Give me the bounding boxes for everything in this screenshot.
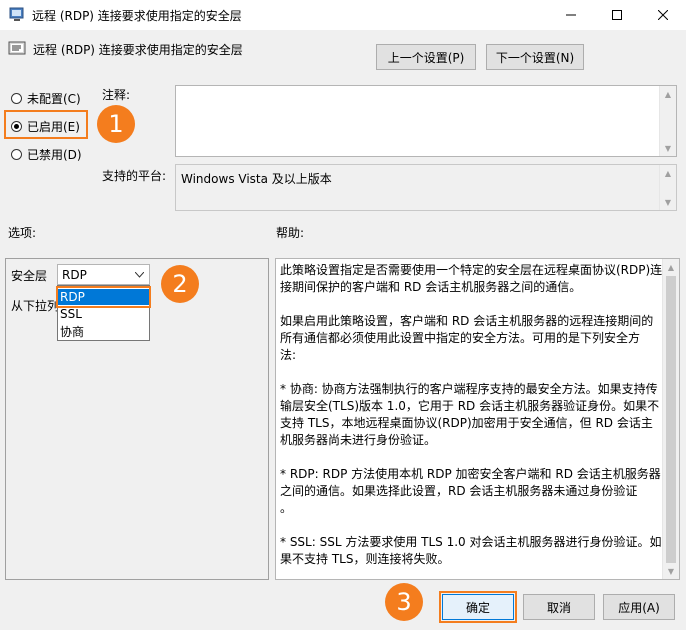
scroll-up-icon[interactable]: ▲ [660, 86, 676, 102]
help-line: 所有通信都必须使用此设置中指定的安全方法。可用的是下列安全方 [280, 331, 641, 345]
help-line: 接期间保护的客户端和 RD 会话主机服务器之间的通信。 [280, 280, 582, 294]
help-line: 如果启用此策略设置，客户端和 RD 会话主机服务器的远程连接期间的 [280, 314, 654, 328]
annotation-badge-3: 3 [385, 583, 423, 621]
minimize-button[interactable] [548, 0, 594, 30]
radio-enabled-dot [11, 121, 22, 132]
apply-button[interactable]: 应用(A) [603, 594, 675, 620]
help-text: 此策略设置指定是否需要使用一个特定的安全层在远程桌面协议(RDP)连 接期间保护的… [280, 262, 662, 568]
scroll-down-icon[interactable]: ▼ [660, 140, 676, 156]
help-line: 机服务器尚未进行身份验证。 [280, 433, 437, 447]
highlight-ok-button [439, 591, 517, 623]
radio-disabled-label: 已禁用(D) [27, 148, 82, 162]
help-panel: 此策略设置指定是否需要使用一个特定的安全层在远程桌面协议(RDP)连 接期间保护的… [275, 258, 680, 580]
security-layer-label: 安全层 [11, 269, 48, 283]
help-scroll-thumb[interactable] [666, 276, 676, 563]
highlight-rdp-option [56, 286, 151, 308]
comment-textarea[interactable]: ▲ ▼ [175, 85, 677, 157]
help-line: 输层安全(TLS)版本 1.0，它用于 RD 会话主机服务器验证身份。如果不 [280, 399, 660, 413]
policy-window-icon [9, 7, 24, 21]
cancel-button[interactable]: 取消 [523, 594, 595, 620]
help-scrollbar[interactable]: ▲ ▼ [662, 259, 679, 579]
options-partial-text: 从下拉列 [11, 299, 60, 313]
help-line [280, 364, 662, 381]
dropdown-option-ssl[interactable]: SSL [60, 307, 82, 321]
platform-value: Windows Vista 及以上版本 [181, 172, 332, 186]
scroll-up-icon[interactable]: ▲ [660, 165, 676, 181]
policy-setting-icon [8, 41, 26, 55]
help-line: 之间的通信。如果选择此设置，RD 会话主机服务器未通过身份验证 [280, 484, 638, 498]
radio-disabled[interactable]: 已禁用(D) [11, 146, 82, 163]
platform-label: 支持的平台: [102, 169, 167, 183]
help-line [280, 296, 662, 313]
platform-field: Windows Vista 及以上版本 ▲ ▼ [175, 164, 677, 211]
scroll-down-icon[interactable]: ▼ [660, 194, 676, 210]
window-title: 远程 (RDP) 连接要求使用指定的安全层 [32, 9, 242, 23]
radio-disabled-dot [11, 149, 22, 160]
options-header: 选项: [8, 226, 37, 240]
radio-enabled-label: 已启用(E) [27, 120, 80, 134]
help-line [280, 517, 662, 534]
scroll-up-icon[interactable]: ▲ [663, 259, 679, 275]
help-line: 支持 TLS，本地远程桌面协议(RDP)加密用于安全通信，但 RD 会话主 [280, 416, 653, 430]
help-line [280, 449, 662, 466]
help-line: 。 [280, 501, 293, 515]
next-setting-button[interactable]: 下一个设置(N) [486, 44, 584, 70]
help-line: * 协商: 协商方法强制执行的客户端程序支持的最安全方法。如果支持传 [280, 382, 658, 396]
help-line: 此策略设置指定是否需要使用一个特定的安全层在远程桌面协议(RDP)连 [280, 263, 663, 277]
comment-label: 注释: [102, 88, 131, 102]
radio-enabled[interactable]: 已启用(E) [11, 118, 80, 135]
security-layer-select[interactable]: RDP [57, 264, 150, 285]
help-line: * SSL: SSL 方法要求使用 TLS 1.0 对会话主机服务器进行身份验证… [280, 535, 662, 549]
prev-setting-button[interactable]: 上一个设置(P) [376, 44, 476, 70]
comment-scrollbar[interactable]: ▲ ▼ [659, 86, 676, 156]
help-line: 法: [280, 348, 297, 362]
help-header: 帮助: [276, 226, 305, 240]
annotation-badge-2: 2 [161, 265, 199, 303]
radio-not-configured-label: 未配置(C) [27, 92, 81, 106]
radio-not-configured-dot [11, 93, 22, 104]
maximize-icon [612, 10, 622, 20]
chevron-down-icon [135, 272, 144, 278]
policy-title: 远程 (RDP) 连接要求使用指定的安全层 [33, 43, 243, 57]
help-line: 果不支持 TLS，则连接将失败。 [280, 552, 450, 566]
maximize-button[interactable] [594, 0, 640, 30]
close-button[interactable] [640, 0, 686, 30]
scroll-down-icon[interactable]: ▼ [663, 563, 679, 579]
minimize-icon [566, 14, 576, 16]
help-line: * RDP: RDP 方法使用本机 RDP 加密安全客户端和 RD 会话主机服务… [280, 467, 661, 481]
security-layer-value: RDP [62, 268, 87, 282]
dropdown-option-negotiate[interactable]: 协商 [60, 323, 84, 340]
radio-not-configured[interactable]: 未配置(C) [11, 90, 81, 107]
platform-scrollbar[interactable]: ▲ ▼ [659, 165, 676, 210]
annotation-badge-1: 1 [97, 105, 135, 143]
close-icon [658, 10, 668, 20]
